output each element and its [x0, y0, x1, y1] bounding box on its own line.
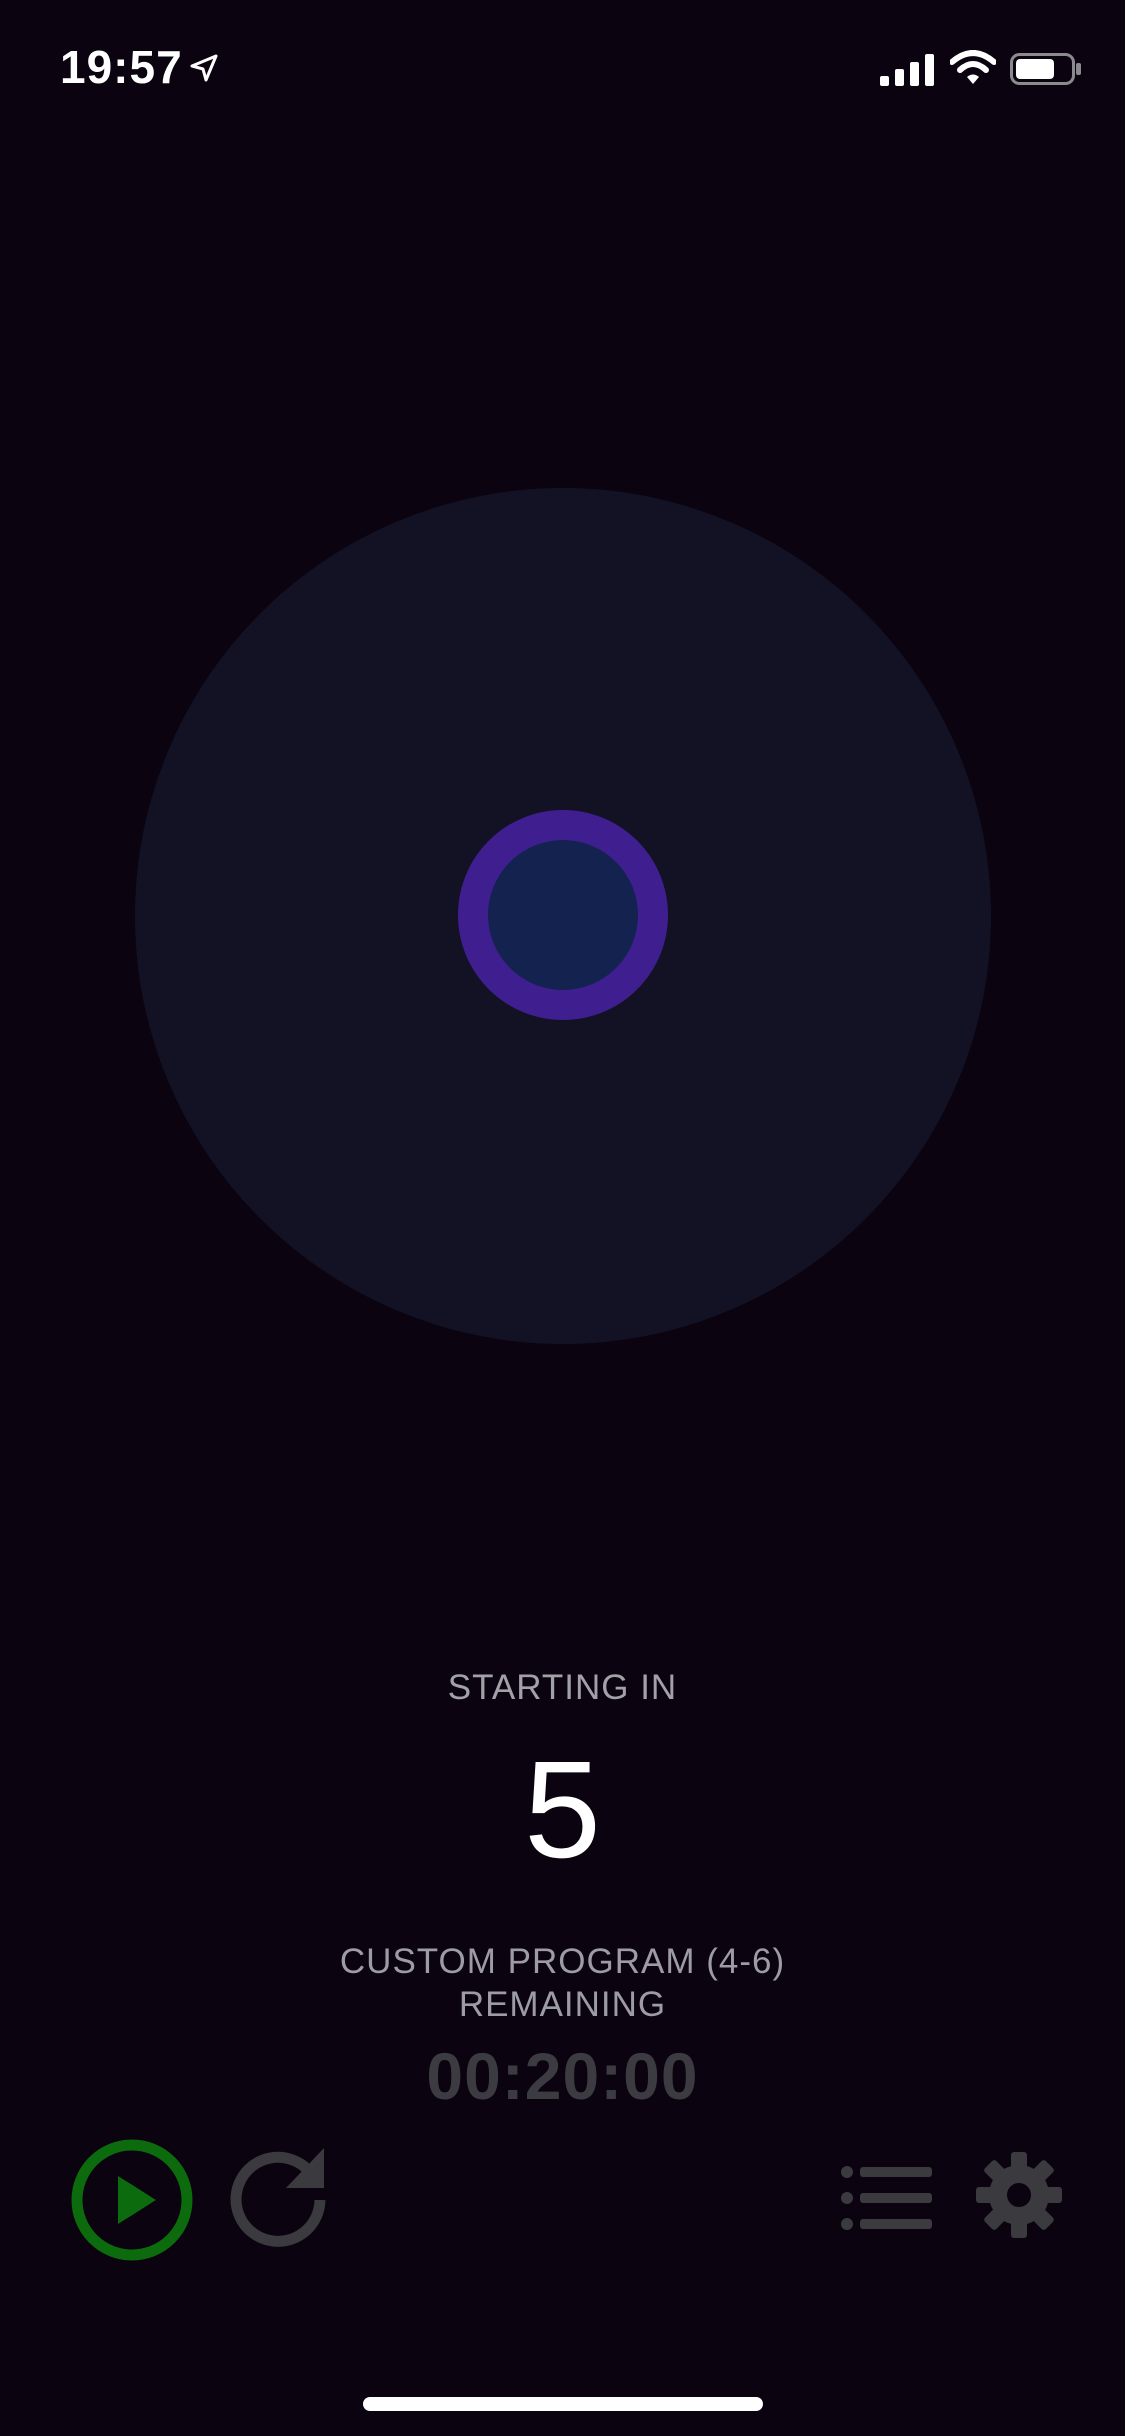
play-icon — [71, 2139, 193, 2261]
play-button[interactable] — [70, 2138, 194, 2262]
settings-button[interactable] — [974, 2150, 1064, 2240]
home-indicator[interactable] — [363, 2397, 763, 2411]
signal-icon — [880, 54, 934, 86]
remaining-time: 00:20:00 — [426, 2039, 699, 2113]
status-bar: 19:57 — [0, 0, 1125, 140]
gear-icon — [976, 2152, 1062, 2238]
program-name: CUSTOM PROGRAM (4-6) — [339, 1942, 786, 1981]
breathing-circle-inner — [458, 810, 668, 1020]
list-icon — [841, 2166, 932, 2230]
status-time: 19:57 — [60, 41, 183, 93]
program-list-button[interactable] — [840, 2162, 934, 2234]
location-arrow-icon — [190, 54, 218, 82]
battery-icon — [1010, 53, 1081, 85]
breathing-screen: 19:57 STARTING IN 5 CUSTOM PROGRAM (4-6)… — [0, 0, 1125, 2436]
reset-button[interactable] — [224, 2138, 334, 2248]
countdown-value: 5 — [524, 1733, 601, 1887]
wifi-icon — [950, 50, 996, 84]
remaining-label: REMAINING — [458, 1985, 667, 2024]
starting-in-label: STARTING IN — [447, 1668, 678, 1707]
reset-icon — [230, 2148, 326, 2247]
